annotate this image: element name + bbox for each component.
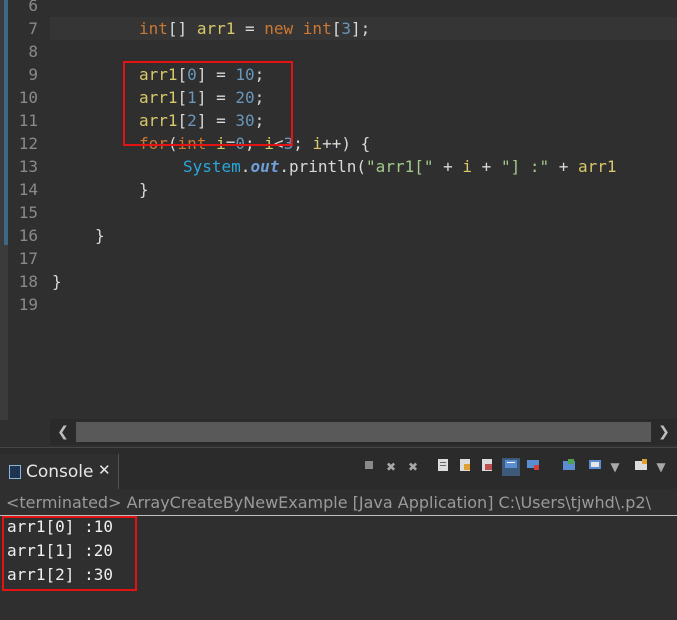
code-line-13[interactable]: System.out.println("arr1[" + i + "] :" +… bbox=[183, 155, 617, 178]
line-number: 13 bbox=[18, 157, 38, 176]
line-number: 16 bbox=[18, 226, 38, 245]
code-editor[interactable]: 6 7 8 9 10 11 12 13 14 15 16 17 18 19 in… bbox=[0, 0, 677, 447]
launch-status: <terminated> ArrayCreateByNewExample [Ja… bbox=[6, 493, 651, 512]
show-on-output-icon[interactable] bbox=[502, 458, 520, 476]
tab-console[interactable]: Console ✕ bbox=[0, 454, 119, 490]
close-icon[interactable]: ✕ bbox=[98, 461, 111, 479]
chevron-down-icon[interactable]: ▼ bbox=[606, 458, 624, 476]
line-number: 14 bbox=[18, 180, 38, 199]
console-tab-bar: Console ✕ ✖ ✖ ▼ ▼ bbox=[0, 447, 677, 490]
word-wrap-icon[interactable] bbox=[478, 458, 496, 476]
line-number: 7 bbox=[28, 19, 38, 38]
code-line-18[interactable]: } bbox=[52, 270, 62, 293]
display-console-icon[interactable] bbox=[586, 458, 604, 476]
line-number: 9 bbox=[28, 65, 38, 84]
console-tab-label: Console bbox=[26, 462, 94, 482]
line-number: 19 bbox=[18, 295, 38, 314]
scroll-right-icon[interactable]: ❯ bbox=[654, 422, 674, 442]
line-number: 15 bbox=[18, 203, 38, 222]
scroll-lock-icon[interactable] bbox=[456, 458, 474, 476]
line-number: 17 bbox=[18, 249, 38, 268]
pin-console-icon[interactable] bbox=[560, 458, 578, 476]
line-number: 6 bbox=[28, 0, 38, 15]
line-number: 11 bbox=[18, 111, 38, 130]
show-on-error-icon[interactable] bbox=[524, 458, 542, 476]
clear-console-icon[interactable] bbox=[434, 458, 452, 476]
remove-launch-icon[interactable]: ✖ bbox=[382, 458, 400, 476]
terminate-icon[interactable] bbox=[360, 458, 378, 476]
scroll-left-icon[interactable]: ❮ bbox=[53, 422, 73, 442]
console-highlight-box bbox=[2, 516, 137, 591]
remove-all-terminated-icon[interactable]: ✖ bbox=[404, 458, 422, 476]
line-number-gutter: 6 7 8 9 10 11 12 13 14 15 16 17 18 19 bbox=[8, 0, 44, 420]
scrollbar-thumb[interactable] bbox=[76, 422, 651, 442]
console-icon bbox=[9, 465, 21, 479]
code-line-7[interactable]: int[] arr1 = new int[3]; bbox=[139, 17, 370, 40]
line-number: 10 bbox=[18, 88, 38, 107]
open-console-icon[interactable] bbox=[632, 458, 650, 476]
line-number: 8 bbox=[28, 42, 38, 61]
line-number: 12 bbox=[18, 134, 38, 153]
horizontal-scrollbar[interactable]: ❮ ❯ bbox=[50, 419, 677, 445]
code-line-16[interactable]: } bbox=[95, 224, 105, 247]
chevron-down-icon[interactable]: ▼ bbox=[652, 458, 670, 476]
code-highlight-box bbox=[123, 61, 293, 146]
code-line-14[interactable]: } bbox=[139, 178, 149, 201]
line-number: 18 bbox=[18, 272, 38, 291]
